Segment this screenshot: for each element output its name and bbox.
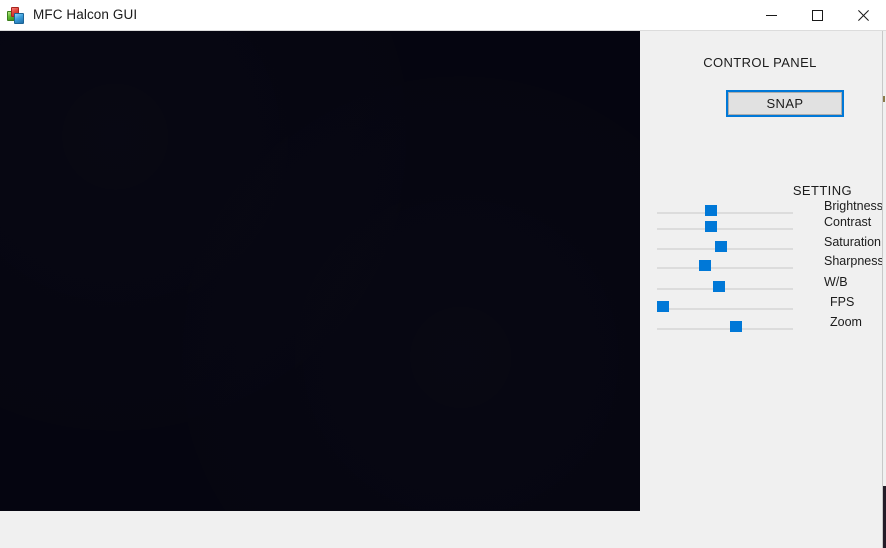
slider-track[interactable] bbox=[657, 212, 793, 214]
slider-track[interactable] bbox=[657, 328, 793, 330]
maximize-button[interactable] bbox=[794, 0, 840, 31]
slider-track[interactable] bbox=[657, 267, 793, 269]
image-display-area[interactable] bbox=[0, 31, 640, 511]
slider-saturation[interactable] bbox=[657, 239, 793, 259]
slider-track[interactable] bbox=[657, 288, 793, 290]
slider-sharpness[interactable] bbox=[657, 258, 793, 278]
slider-label: Contrast bbox=[824, 215, 872, 229]
window-controls bbox=[748, 0, 886, 31]
slider-label: Brightness bbox=[824, 199, 884, 213]
slider-track[interactable] bbox=[657, 228, 793, 230]
scrollbar-tick-mark bbox=[883, 96, 885, 102]
slider-thumb[interactable] bbox=[705, 221, 717, 232]
close-button[interactable] bbox=[840, 0, 886, 31]
slider-label: FPS bbox=[830, 295, 855, 309]
control-panel: CONTROL PANEL SNAP SETTING Brightness Con… bbox=[640, 31, 886, 548]
slider-zoom[interactable] bbox=[657, 319, 793, 339]
slider-thumb[interactable] bbox=[657, 301, 669, 312]
slider-row-sharpness: Sharpness bbox=[640, 254, 886, 278]
close-icon bbox=[857, 10, 869, 21]
minimize-button[interactable] bbox=[748, 0, 794, 31]
window-title: MFC Halcon GUI bbox=[33, 7, 138, 23]
slider-row-zoom: Zoom bbox=[640, 315, 886, 339]
minimize-icon bbox=[765, 15, 777, 16]
icon-block-blue bbox=[14, 12, 24, 24]
slider-contrast[interactable] bbox=[657, 219, 793, 239]
vertical-scrollbar[interactable] bbox=[882, 31, 886, 548]
title-bar: MFC Halcon GUI bbox=[0, 0, 886, 31]
slider-thumb[interactable] bbox=[715, 241, 727, 252]
slider-thumb[interactable] bbox=[699, 260, 711, 271]
slider-thumb[interactable] bbox=[730, 321, 742, 332]
slider-label: Sharpness bbox=[824, 254, 884, 268]
slider-label: Zoom bbox=[830, 315, 862, 329]
slider-label: W/B bbox=[824, 275, 848, 289]
slider-thumb[interactable] bbox=[705, 205, 717, 216]
settings-slider-group: Brightness Contrast Saturation Sharpness W/B… bbox=[640, 31, 886, 548]
slider-label: Saturation bbox=[824, 235, 881, 249]
mfc-app-icon bbox=[7, 6, 24, 24]
maximize-icon bbox=[811, 10, 823, 21]
slider-fps[interactable] bbox=[657, 299, 793, 319]
application-window: MFC Halcon GUI CONTROL PANEL SNAP SETTIN… bbox=[0, 0, 886, 548]
slider-track[interactable] bbox=[657, 308, 793, 310]
slider-thumb[interactable] bbox=[713, 281, 725, 292]
slider-w-b[interactable] bbox=[657, 279, 793, 299]
